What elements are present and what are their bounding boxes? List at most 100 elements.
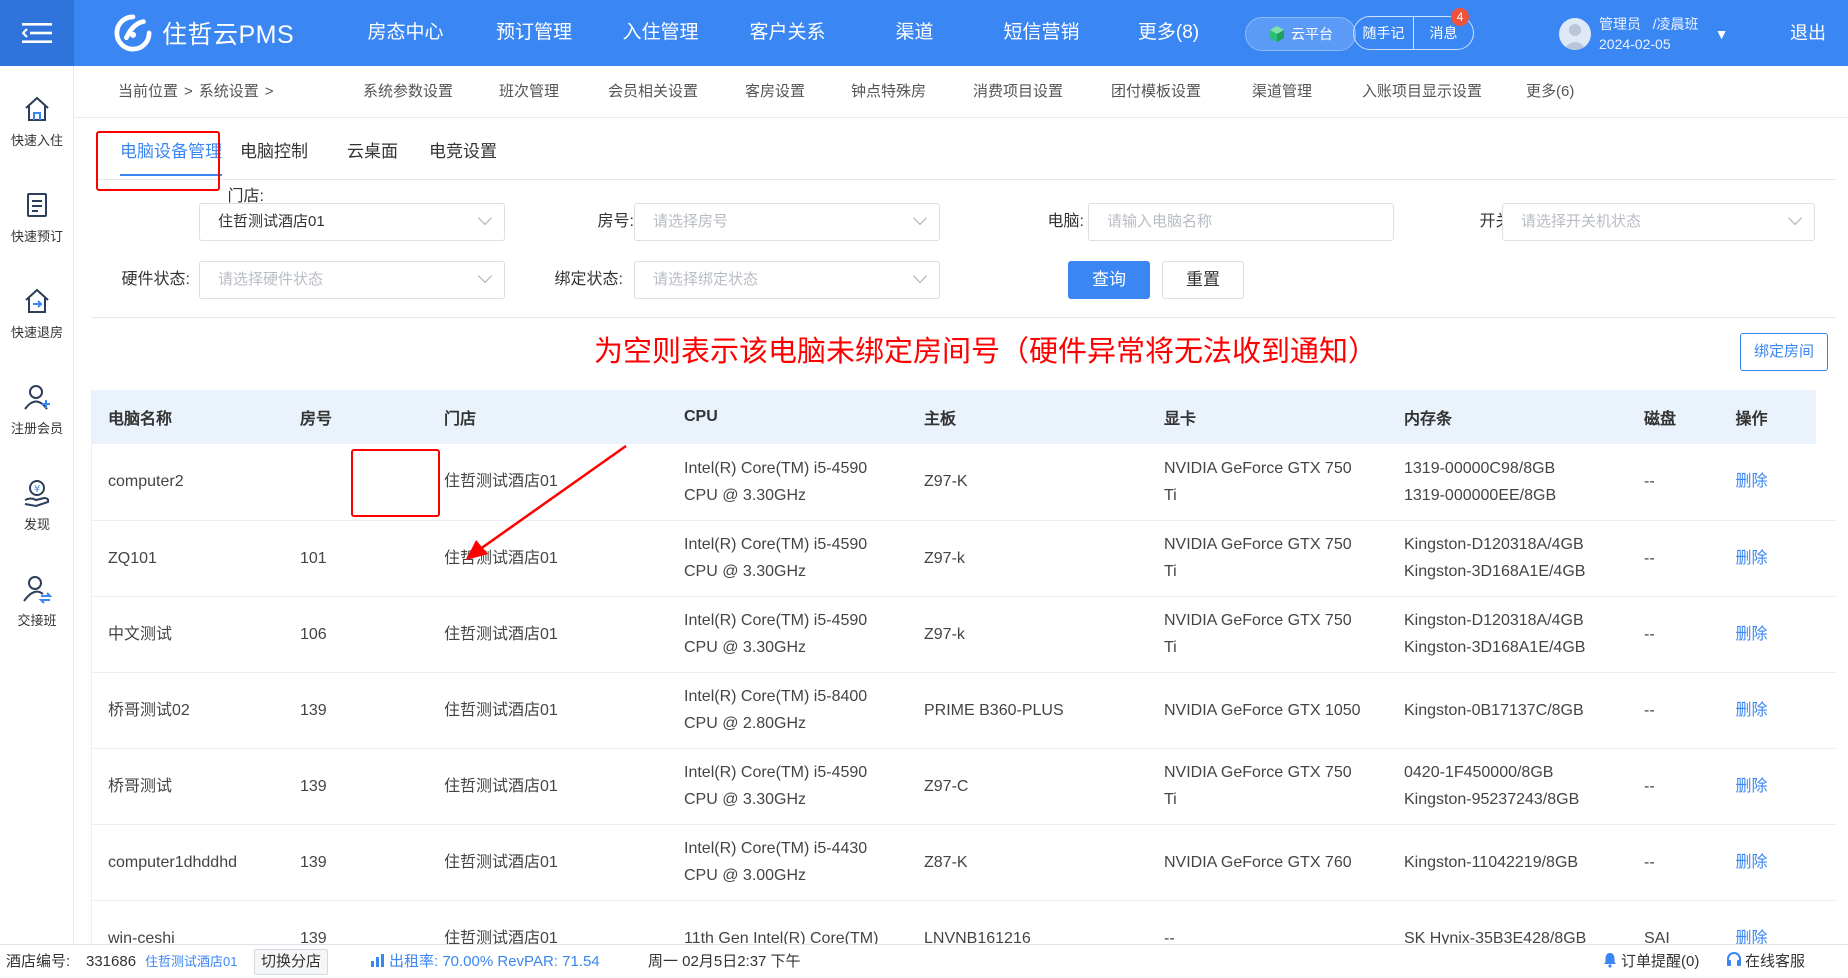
cell-memory: 1319-00000C98/8GB 1319-000000EE/8GB [1388, 444, 1628, 521]
delete-link[interactable]: 删除 [1735, 778, 1767, 795]
subnav-room-settings[interactable]: 客房设置 [745, 66, 851, 118]
store-select-value: 住哲测试酒店01 [218, 213, 325, 230]
cell-room: 139 [284, 824, 428, 901]
delete-link[interactable]: 删除 [1735, 702, 1767, 719]
nav-more[interactable]: 更多(8) [1105, 0, 1232, 66]
sidebar-item-quick-booking[interactable]: 快速预订 [0, 190, 74, 245]
subnav-system-params[interactable]: 系统参数设置 [363, 66, 499, 118]
tab-esports-settings[interactable]: 电竞设置 [429, 130, 497, 174]
room-select[interactable]: 请选择房号 [634, 203, 940, 241]
bind-room-button[interactable]: 绑定房间 [1740, 333, 1828, 371]
switch-branch-button[interactable]: 切换分店 [254, 949, 329, 975]
cloud-platform-button[interactable]: 云平台 [1245, 17, 1356, 51]
nav-channels[interactable]: 渠道 [851, 0, 978, 66]
logout-button[interactable]: 退出 [1790, 0, 1826, 66]
query-button[interactable]: 查询 [1068, 261, 1150, 299]
online-support[interactable]: 在线客服 [1726, 945, 1805, 978]
subnav-member-settings[interactable]: 会员相关设置 [608, 66, 745, 118]
tab-bar: 电脑设备管理 电脑控制 云桌面 电竞设置 [96, 130, 1836, 180]
sidebar-item-discover[interactable]: ¥ 发现 [0, 478, 74, 533]
message-count-badge: 4 [1451, 8, 1469, 26]
breadcrumb-separator: > [184, 83, 193, 100]
binding-status-select[interactable]: 请选择绑定状态 [634, 261, 940, 299]
cell-computer-name: 桥哥测试 [92, 748, 284, 825]
col-header-computer-name: 电脑名称 [92, 390, 284, 444]
delete-link[interactable]: 删除 [1735, 550, 1767, 567]
sidebar-item-label: 快速入住 [10, 133, 63, 148]
sidebar-item-label: 发现 [23, 517, 50, 532]
cell-motherboard: LNVNB161216 [908, 900, 1148, 944]
cell-computer-name: computer1dhddhd [92, 824, 284, 901]
sidebar-item-quick-checkin[interactable]: 快速入住 [0, 94, 74, 149]
headset-icon [1727, 952, 1741, 966]
bar-chart-icon [371, 954, 384, 967]
subnav-group-payment-templates[interactable]: 团付模板设置 [1111, 66, 1252, 118]
cell-motherboard: Z97-k [908, 520, 1148, 597]
cell-memory: Kingston-11042219/8GB [1388, 824, 1628, 901]
breadcrumb-section[interactable]: 系统设置 [199, 66, 259, 118]
nav-customers[interactable]: 客户关系 [724, 0, 851, 66]
cell-cpu: Intel(R) Core(TM) i5-4590 CPU @ 3.30GHz [668, 520, 908, 597]
cell-gpu: NVIDIA GeForce GTX 750 Ti [1148, 520, 1388, 597]
top-bar: 住哲云PMS 房态中心 预订管理 入住管理 客户关系 渠道 短信营销 更多(8)… [0, 0, 1848, 66]
nav-checkin[interactable]: 入住管理 [597, 0, 724, 66]
subnav-posting-display[interactable]: 入账项目显示设置 [1362, 66, 1526, 118]
cell-cpu: 11th Gen Intel(R) Core(TM) [668, 900, 908, 944]
cell-motherboard: Z97-C [908, 748, 1148, 825]
delete-link[interactable]: 删除 [1735, 854, 1767, 871]
sidebar-item-quick-checkout[interactable]: 快速退房 [0, 286, 74, 341]
menu-toggle-button[interactable] [0, 0, 74, 66]
cube-icon [1270, 26, 1284, 42]
computer-label: 电脑: [1047, 213, 1084, 230]
user-role: 管理员 [1599, 16, 1641, 32]
breadcrumb: 当前位置 > 系统设置 > [118, 66, 274, 118]
col-header-room: 房号 [284, 390, 428, 444]
delete-link[interactable]: 删除 [1735, 473, 1767, 490]
app-logo[interactable]: 住哲云PMS [114, 14, 294, 52]
hardware-status-select[interactable]: 请选择硬件状态 [199, 261, 505, 299]
cell-memory: Kingston-D120318A/4GB Kingston-3D168A1E/… [1388, 596, 1628, 673]
binding-status-placeholder: 请选择绑定状态 [653, 271, 759, 288]
order-reminder[interactable]: 订单提醒(0) [1602, 945, 1699, 978]
col-header-cpu: CPU [668, 390, 908, 444]
subnav-consumption-items[interactable]: 消费项目设置 [973, 66, 1111, 118]
subnav-more[interactable]: 更多(6) [1526, 66, 1596, 118]
logo-text: 住哲云PMS [162, 21, 295, 49]
delete-link[interactable]: 删除 [1735, 930, 1767, 945]
cell-computer-name: ZQ101 [92, 520, 284, 597]
nav-sms-marketing[interactable]: 短信营销 [978, 0, 1105, 66]
notes-button[interactable]: 随手记 [1354, 17, 1413, 49]
user-menu[interactable]: 管理员 /凌晨班 2024-02-05 ▼ [1559, 14, 1728, 54]
cell-gpu: -- [1148, 900, 1388, 944]
subnav-hourly-rooms[interactable]: 钟点特殊房 [851, 66, 973, 118]
delete-link[interactable]: 删除 [1735, 626, 1767, 643]
cell-memory: SK Hynix-35B3E428/8GB [1388, 900, 1628, 944]
room-select-placeholder: 请选择房号 [653, 213, 729, 230]
cell-cpu: Intel(R) Core(TM) i5-8400 CPU @ 2.80GHz [668, 672, 908, 749]
chevron-down-icon [912, 210, 928, 226]
chevron-down-icon [1787, 210, 1803, 226]
cell-store: 住哲测试酒店01 [428, 596, 668, 673]
computer-name-input[interactable]: 请输入电脑名称 [1088, 203, 1394, 241]
menu-icon [22, 23, 52, 43]
tab-computer-control[interactable]: 电脑控制 [240, 130, 308, 174]
power-status-select[interactable]: 请选择开关机状态 [1502, 203, 1815, 241]
subnav-shift-management[interactable]: 班次管理 [499, 66, 608, 118]
cell-motherboard: Z97-K [908, 444, 1148, 521]
reset-button[interactable]: 重置 [1162, 261, 1244, 299]
sidebar-item-handover[interactable]: 交接班 [0, 574, 74, 629]
cell-room: 139 [284, 672, 428, 749]
nav-room-status[interactable]: 房态中心 [340, 0, 471, 66]
nav-reservations[interactable]: 预订管理 [471, 0, 597, 66]
store-select[interactable]: 住哲测试酒店01 [199, 203, 505, 241]
table-row: win-ceshi 139 住哲测试酒店01 11th Gen Intel(R)… [92, 900, 1836, 944]
logo-icon [114, 14, 152, 52]
status-bar: 酒店编号: 331686 住哲测试酒店01 切换分店 出租率: 70.00% R… [0, 944, 1848, 978]
cell-gpu: NVIDIA GeForce GTX 750 Ti [1148, 444, 1388, 521]
settings-subnav: 系统参数设置 班次管理 会员相关设置 客房设置 钟点特殊房 消费项目设置 团付模… [363, 66, 1596, 118]
col-header-gpu: 显卡 [1148, 390, 1388, 444]
tab-cloud-desktop[interactable]: 云桌面 [347, 130, 398, 174]
sidebar-item-register-member[interactable]: 注册会员 [0, 382, 74, 437]
annotation-highlight-empty-room [351, 449, 440, 517]
subnav-channel-management[interactable]: 渠道管理 [1252, 66, 1362, 118]
